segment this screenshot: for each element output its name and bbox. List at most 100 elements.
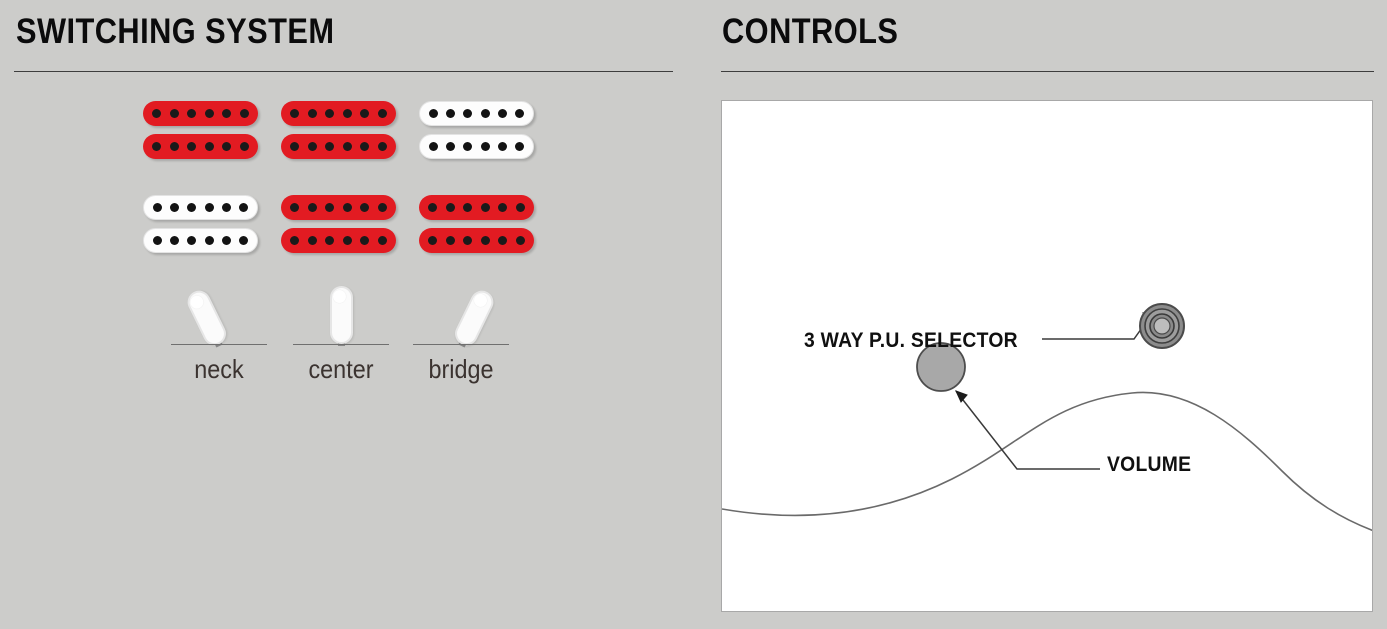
lever-wrap-neck [159, 278, 279, 350]
callout-leader-selector [1042, 310, 1155, 340]
switch-lever-icon[interactable] [329, 286, 353, 344]
pickup-coil-red [143, 134, 258, 159]
pole-piece-icon [204, 203, 214, 212]
pickup-coil-red [281, 101, 396, 126]
pole-piece-icon [342, 203, 352, 212]
pole-piece-icon [239, 109, 249, 118]
pole-piece-icon [152, 109, 161, 118]
pickup-neck-row1 [143, 101, 262, 167]
pole-piece-icon [204, 142, 214, 151]
pickup-coil-red [419, 195, 534, 220]
switch-label-bridge: bridge [428, 354, 494, 384]
pole-piece-icon [290, 142, 299, 151]
pole-piece-icon [360, 236, 370, 245]
pole-piece-icon [515, 203, 525, 212]
lever-wrap-bridge [401, 278, 521, 350]
pole-piece-icon [480, 236, 490, 245]
pole-piece-icon [222, 142, 232, 151]
pole-piece-icon [445, 203, 455, 212]
callout-label-volume: VOLUME [1107, 453, 1192, 476]
pole-piece-icon [325, 109, 335, 118]
pole-piece-icon [290, 236, 299, 245]
switch-baseplate-line [413, 344, 509, 345]
guitar-body-contour [722, 391, 1372, 532]
switch-label-neck: neck [194, 354, 244, 384]
pole-piece-icon [360, 109, 370, 118]
pole-piece-icon [204, 109, 214, 118]
pickup-coil-red [281, 228, 396, 253]
pickup-center-row1 [281, 101, 400, 167]
pole-piece-icon [463, 203, 473, 212]
pole-piece-icon [238, 203, 248, 212]
pole-piece-icon [429, 109, 438, 118]
page-title-switching-system: SWITCHING SYSTEM [16, 12, 335, 51]
pole-piece-icon [342, 236, 352, 245]
pole-piece-icon [428, 203, 437, 212]
pole-piece-icon [290, 203, 299, 212]
pole-piece-icon [480, 203, 490, 212]
pole-piece-icon [325, 142, 335, 151]
pickup-center-row2 [281, 195, 400, 261]
pole-piece-icon [187, 142, 197, 151]
pickup-coil-red [419, 228, 534, 253]
pole-piece-icon [153, 203, 162, 212]
pole-piece-icon [153, 236, 162, 245]
pickup-coil-red [143, 101, 258, 126]
pickup-coil-red [281, 195, 396, 220]
switch-lever-icon[interactable] [183, 286, 230, 350]
pole-piece-icon [428, 236, 437, 245]
pole-piece-icon [480, 142, 490, 151]
pole-piece-icon [187, 203, 197, 212]
lever-wrap-center [281, 278, 401, 346]
pickup-coil-white [419, 101, 534, 126]
pickup-neck-row2 [143, 195, 262, 261]
pole-piece-icon [342, 142, 352, 151]
pole-piece-icon [325, 236, 335, 245]
switch-position-bridge[interactable]: bridge [401, 278, 521, 388]
pole-piece-icon [497, 109, 507, 118]
switch-baseplate-line [293, 344, 389, 345]
pole-piece-icon [307, 236, 317, 245]
pole-piece-icon [204, 236, 214, 245]
pickup-coil-white [143, 195, 258, 220]
pole-piece-icon [377, 203, 387, 212]
pole-piece-icon [377, 142, 387, 151]
callout-leader-volume [955, 390, 1100, 470]
pole-piece-icon [377, 109, 387, 118]
pole-piece-icon [377, 236, 387, 245]
pole-piece-icon [514, 109, 524, 118]
pole-piece-icon [238, 236, 248, 245]
pole-piece-icon [170, 203, 180, 212]
page-root: SWITCHING SYSTEM neck center bridge CONTRO… [0, 0, 1387, 629]
pole-piece-icon [463, 109, 473, 118]
pickup-coil-red [281, 134, 396, 159]
divider-switching [14, 71, 673, 72]
lever-tip-icon [187, 293, 206, 311]
pole-piece-icon [514, 142, 524, 151]
pole-piece-icon [498, 203, 508, 212]
pole-piece-icon [463, 142, 473, 151]
pole-piece-icon [152, 142, 161, 151]
pole-piece-icon [239, 142, 249, 151]
pole-piece-icon [480, 109, 490, 118]
pole-piece-icon [169, 109, 179, 118]
pole-piece-icon [445, 236, 455, 245]
switch-label-center: center [308, 354, 374, 384]
pole-piece-icon [325, 203, 335, 212]
lever-tip-icon [332, 290, 346, 303]
pickup-coil-white [419, 134, 534, 159]
switch-position-center[interactable]: center [281, 278, 401, 388]
guitar-body-controls-illustration [722, 303, 1372, 532]
switch-lever-icon[interactable] [450, 286, 497, 350]
pole-piece-icon [187, 236, 197, 245]
pole-piece-icon [497, 142, 507, 151]
callout-label-selector: 3 WAY P.U. SELECTOR [804, 329, 1018, 352]
pole-piece-icon [515, 236, 525, 245]
pickup-coil-white [143, 228, 258, 253]
pickup-bridge-row2 [419, 195, 538, 261]
pole-piece-icon [342, 109, 352, 118]
page-title-controls: CONTROLS [722, 12, 899, 51]
switch-baseplate-line [171, 344, 267, 345]
pickup-selector-knob[interactable] [1139, 303, 1185, 349]
switch-position-neck[interactable]: neck [159, 278, 279, 388]
